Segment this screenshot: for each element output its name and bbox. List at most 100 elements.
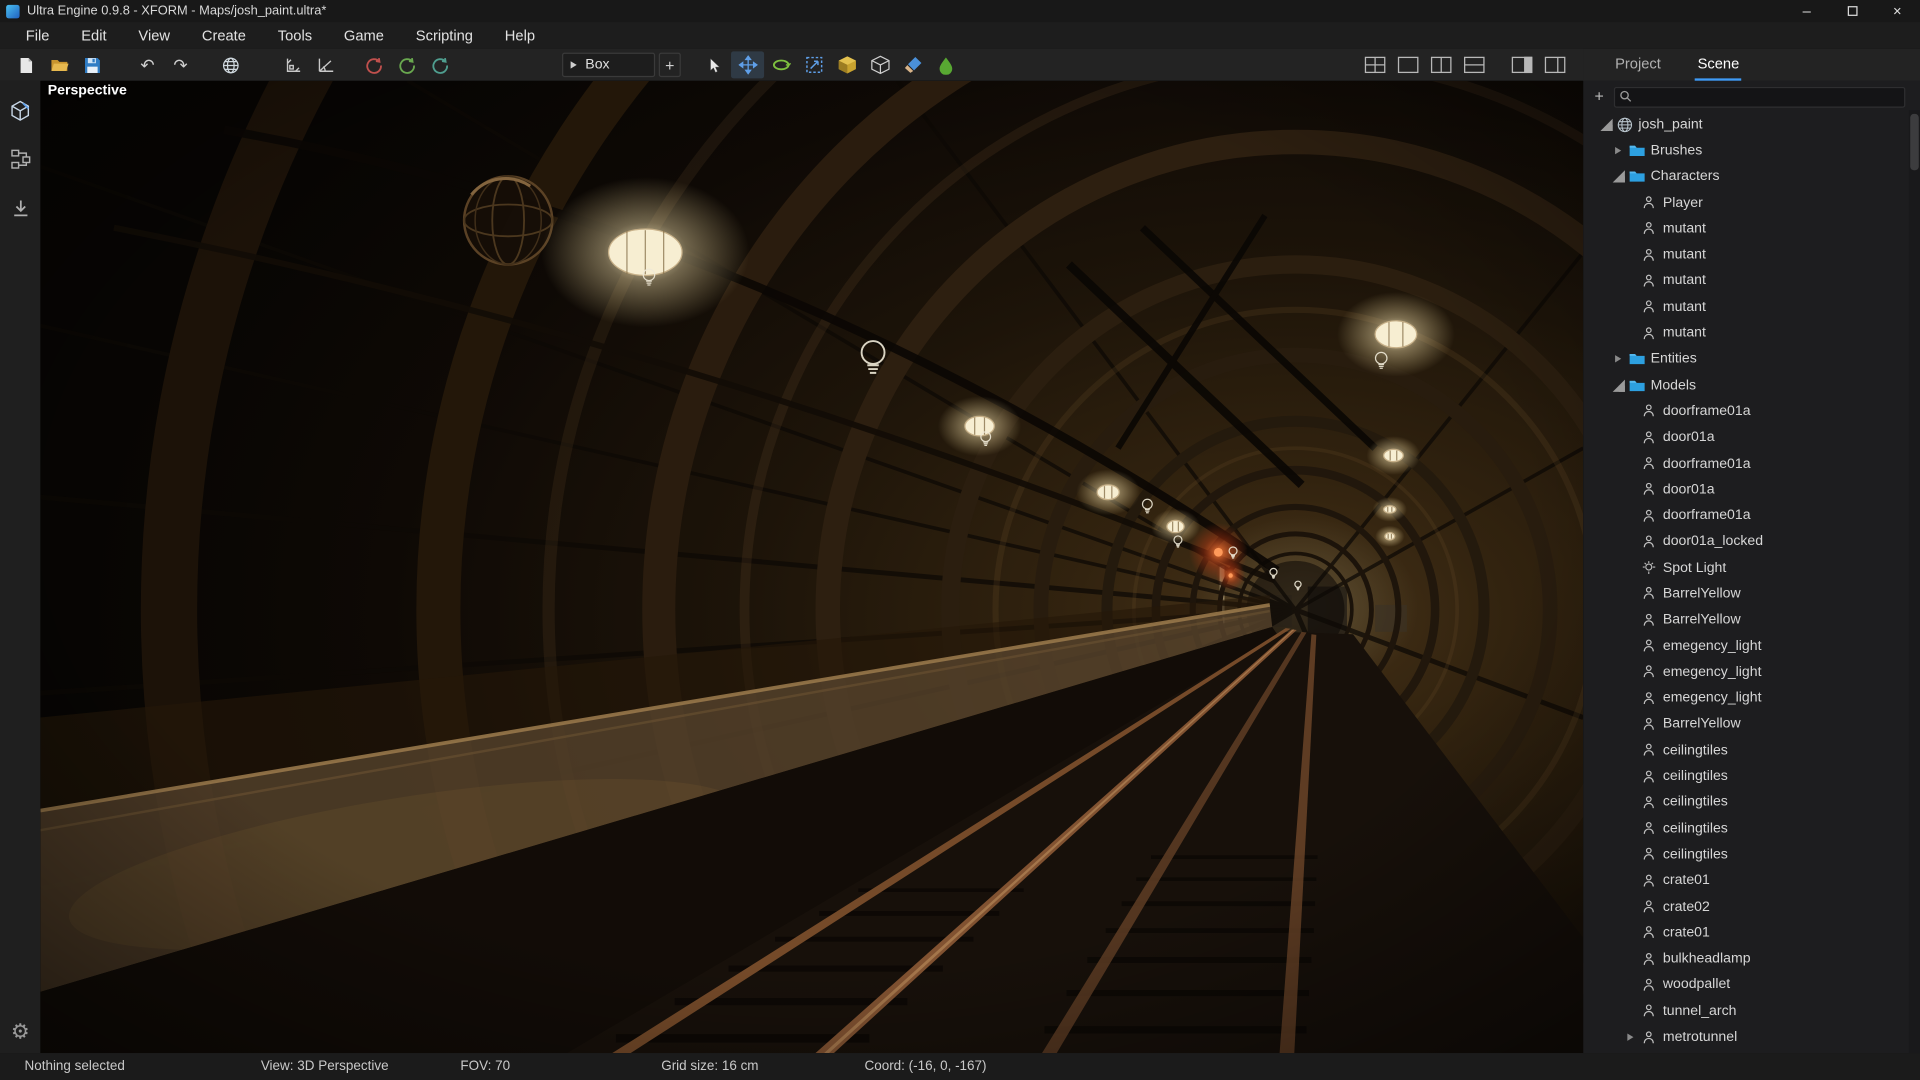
tree-item-emegency-light[interactable]: emegency_light <box>1583 633 1920 659</box>
tree-item-ceilingtiles[interactable]: ceilingtiles <box>1583 842 1920 868</box>
tree-scrollbar[interactable] <box>1909 110 1920 1053</box>
add-scene-item-button[interactable]: + <box>1591 86 1608 104</box>
tree-item-metrotunnel[interactable]: metrotunnel <box>1583 1024 1920 1050</box>
tree-item-entities[interactable]: Entities <box>1583 346 1920 372</box>
close-button[interactable]: × <box>1875 0 1920 22</box>
tree-item-door01a[interactable]: door01a <box>1583 477 1920 503</box>
menu-create[interactable]: Create <box>186 22 262 49</box>
tree-item-doorframe01a[interactable]: doorframe01a <box>1583 398 1920 424</box>
wireframe-box-tool-button[interactable] <box>863 51 896 78</box>
reset-rotation-button[interactable] <box>391 51 424 78</box>
tree-item-brushes[interactable]: Brushes <box>1583 138 1920 164</box>
tree-expanded-arrow-icon[interactable] <box>1598 112 1614 138</box>
menu-tools[interactable]: Tools <box>262 22 328 49</box>
maximize-button[interactable] <box>1829 0 1874 22</box>
toggle-console-panel-button[interactable] <box>1538 51 1571 78</box>
minimize-button[interactable]: – <box>1784 0 1829 22</box>
menu-file[interactable]: File <box>10 22 66 49</box>
objects-tool-button[interactable] <box>6 96 35 125</box>
tree-item-crate01[interactable]: crate01 <box>1583 868 1920 894</box>
publish-button[interactable] <box>214 51 247 78</box>
tree-item-door01a-locked[interactable]: door01a_locked <box>1583 529 1920 555</box>
tree-item-emegency-light[interactable]: emegency_light <box>1583 659 1920 685</box>
layout-quad-button[interactable] <box>1358 51 1391 78</box>
entity-icon <box>1638 795 1659 811</box>
solid-box-tool-button[interactable] <box>830 51 863 78</box>
tree-item-barrelyellow[interactable]: BarrelYellow <box>1583 711 1920 737</box>
status-view: View: 3D Perspective <box>261 1053 389 1080</box>
toolbar-row: ↶ ↷ Box + <box>0 49 1920 81</box>
tree-item-barrelyellow[interactable]: BarrelYellow <box>1583 581 1920 607</box>
title-bar[interactable]: Ultra Engine 0.9.8 - XFORM - Maps/josh_p… <box>0 0 1920 22</box>
menu-edit[interactable]: Edit <box>65 22 122 49</box>
tree-expanded-arrow-icon[interactable] <box>1610 164 1626 190</box>
tree-collapsed-arrow-icon[interactable] <box>1610 138 1626 164</box>
tree-item-models[interactable]: Models <box>1583 372 1920 398</box>
flowgraph-button[interactable] <box>6 144 35 173</box>
tree-item-emegency-light[interactable]: emegency_light <box>1583 685 1920 711</box>
select-tool-button[interactable] <box>698 51 731 78</box>
tree-expanded-arrow-icon[interactable] <box>1610 372 1626 398</box>
tree-collapsed-arrow-icon[interactable] <box>1622 1024 1638 1050</box>
tree-item-crate02[interactable]: crate02 <box>1583 894 1920 920</box>
download-manager-button[interactable] <box>6 193 35 222</box>
move-tool-button[interactable] <box>731 51 764 78</box>
viewport-3d[interactable]: Perspective <box>40 81 1583 1053</box>
tree-item-label: emegency_light <box>1663 639 1762 654</box>
snap-angle-button[interactable] <box>310 51 343 78</box>
tab-scene[interactable]: Scene <box>1695 49 1742 81</box>
scale-tool-button[interactable] <box>797 51 830 78</box>
open-file-button[interactable] <box>43 51 76 78</box>
tree-item-ceilingtiles[interactable]: ceilingtiles <box>1583 789 1920 815</box>
tree-item-ceilingtiles[interactable]: ceilingtiles <box>1583 763 1920 789</box>
tree-item-label: Spot Light <box>1663 560 1726 575</box>
reset-scale-button[interactable] <box>424 51 457 78</box>
tree-item-bulkheadlamp[interactable]: bulkheadlamp <box>1583 946 1920 972</box>
tree-item-mutant[interactable]: mutant <box>1583 216 1920 242</box>
search-input[interactable] <box>1614 87 1905 108</box>
primitive-dropdown[interactable]: Box <box>562 53 655 77</box>
tree-item-crate01[interactable]: crate01 <box>1583 920 1920 946</box>
tree-item-spot-light[interactable]: Spot Light <box>1583 555 1920 581</box>
layout-single-button[interactable] <box>1391 51 1424 78</box>
paint-tool-button[interactable] <box>929 51 962 78</box>
tree-item-ceilingtiles[interactable]: ceilingtiles <box>1583 816 1920 842</box>
undo-button[interactable]: ↶ <box>131 51 164 78</box>
settings-button[interactable]: ⚙ <box>6 1024 35 1053</box>
layout-split-horizontal-button[interactable] <box>1457 51 1490 78</box>
tree-item-barrelyellow[interactable]: BarrelYellow <box>1583 607 1920 633</box>
tree-item-ceilingtiles[interactable]: ceilingtiles <box>1583 737 1920 763</box>
menu-view[interactable]: View <box>122 22 185 49</box>
tree-item-woodpallet[interactable]: woodpallet <box>1583 972 1920 998</box>
layout-split-vertical-button[interactable] <box>1424 51 1457 78</box>
reset-position-button[interactable] <box>358 51 391 78</box>
menu-scripting[interactable]: Scripting <box>400 22 489 49</box>
tree-item-mutant[interactable]: mutant <box>1583 294 1920 320</box>
tree-item-tunnel-arch[interactable]: tunnel_arch <box>1583 998 1920 1024</box>
menu-game[interactable]: Game <box>328 22 400 49</box>
tree-item-mutant[interactable]: mutant <box>1583 320 1920 346</box>
snap-translate-button[interactable] <box>277 51 310 78</box>
tree-item-doorframe01a[interactable]: doorframe01a <box>1583 450 1920 476</box>
tree-collapsed-arrow-icon[interactable] <box>1610 346 1626 372</box>
new-file-button[interactable] <box>10 51 43 78</box>
search-icon <box>1619 89 1632 102</box>
tree-arrow-spacer <box>1622 555 1638 581</box>
rotate-tool-button[interactable] <box>764 51 797 78</box>
toggle-side-panel-button[interactable] <box>1505 51 1538 78</box>
brush-tool-button[interactable] <box>896 51 929 78</box>
tree-item-josh-paint[interactable]: josh_paint <box>1583 111 1920 137</box>
save-button[interactable] <box>76 51 109 78</box>
menu-help[interactable]: Help <box>489 22 551 49</box>
tree-item-player[interactable]: Player <box>1583 190 1920 216</box>
tree-item-door01a[interactable]: door01a <box>1583 424 1920 450</box>
tree-item-characters[interactable]: Characters <box>1583 164 1920 190</box>
entity-icon <box>1638 742 1659 758</box>
tree-item-mutant[interactable]: mutant <box>1583 242 1920 268</box>
redo-button[interactable]: ↷ <box>164 51 197 78</box>
tree-item-doorframe01a[interactable]: doorframe01a <box>1583 503 1920 529</box>
tree-item-mutant[interactable]: mutant <box>1583 268 1920 294</box>
tab-project[interactable]: Project <box>1613 49 1664 81</box>
tree-scrollbar-thumb[interactable] <box>1910 114 1919 170</box>
add-primitive-button[interactable]: + <box>659 53 681 77</box>
